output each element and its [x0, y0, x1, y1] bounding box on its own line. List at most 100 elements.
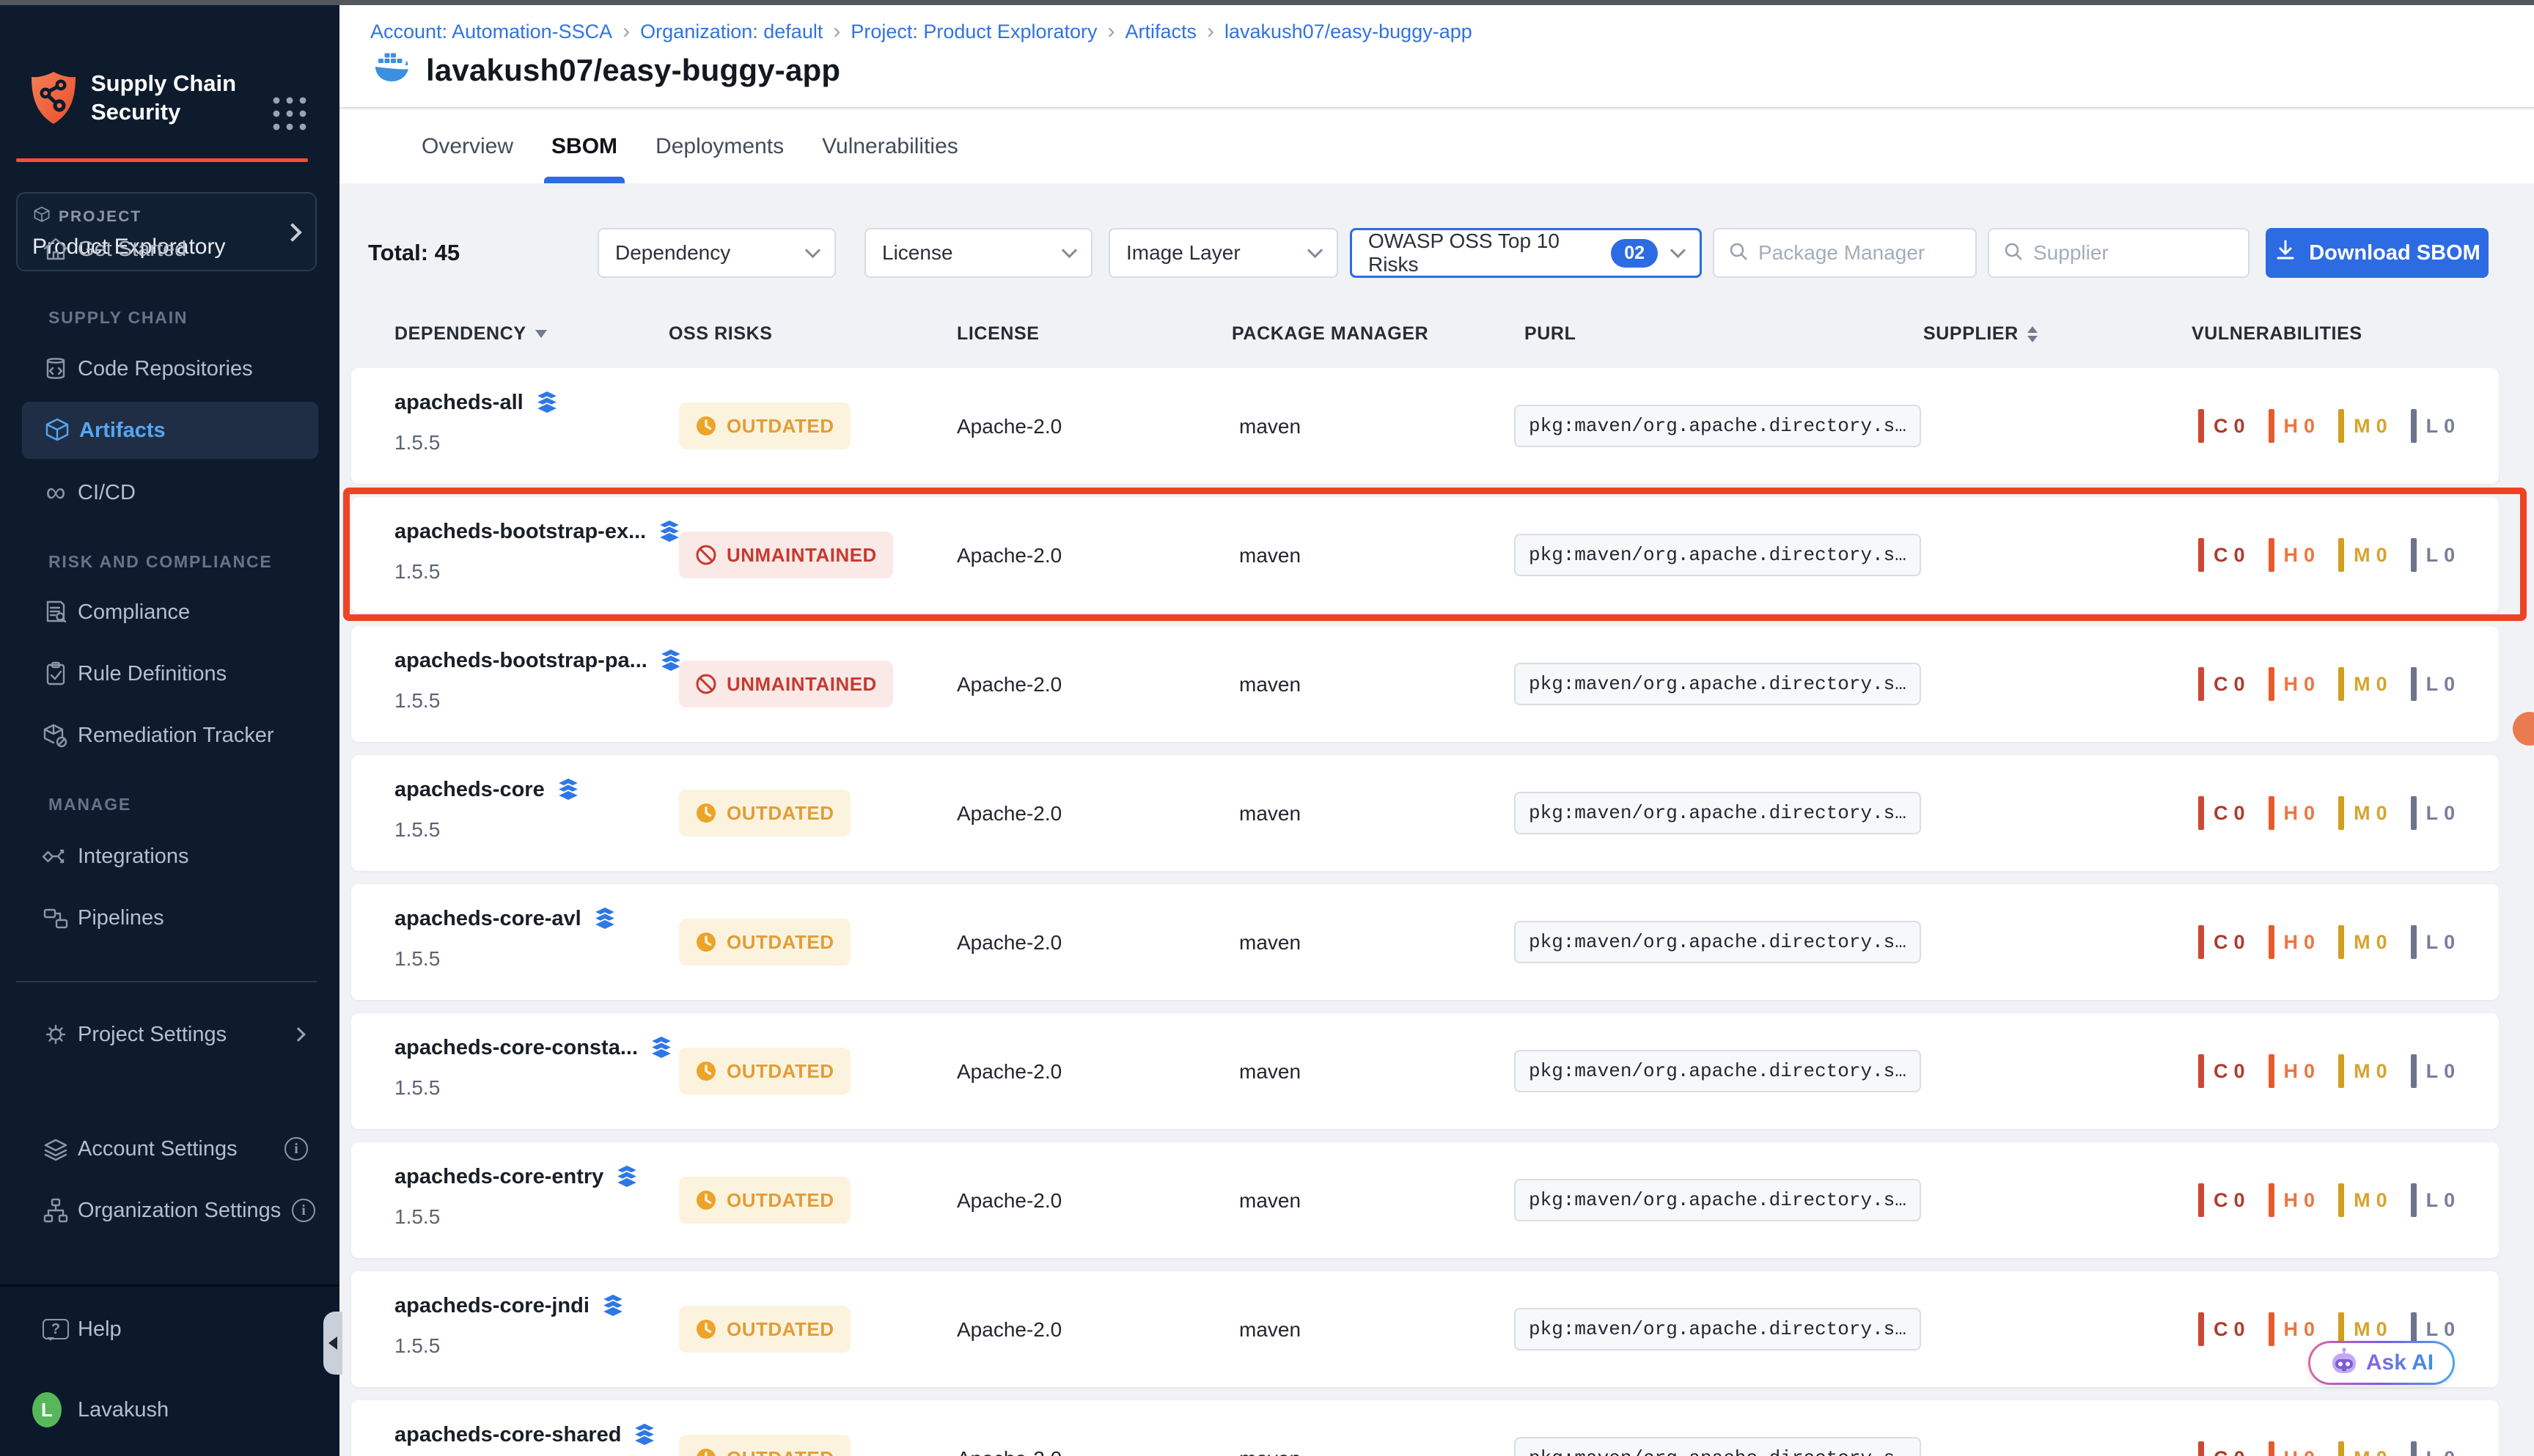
col-supplier[interactable]: SUPPLIER	[1923, 323, 2038, 345]
sidebar-item-artifacts[interactable]: Artifacts	[22, 402, 318, 459]
purl-value[interactable]: pkg:maven/org.apache.directory.s…	[1514, 1179, 1921, 1221]
sidebar-bottom-dock: ? Help L Lavakush	[0, 1284, 339, 1456]
license-value: Apache-2.0	[957, 673, 1062, 696]
breadcrumb-separator: ›	[1207, 19, 1214, 44]
table-row[interactable]: apacheds-core1.5.5 OUTDATED Apache-2.0 m…	[351, 755, 2499, 871]
dependency-name[interactable]: apacheds-bootstrap-pa...	[394, 649, 647, 673]
purl-value[interactable]: pkg:maven/org.apache.directory.s…	[1514, 1437, 1921, 1456]
info-icon[interactable]: i	[284, 1137, 308, 1161]
table-row[interactable]: apacheds-core-shared1.5.5 OUTDATED Apach…	[351, 1400, 2499, 1456]
vulnerability-counts: C0 H0 M0 L0	[2198, 409, 2478, 443]
clock-icon	[695, 415, 717, 437]
license-value: Apache-2.0	[957, 931, 1062, 955]
chevron-down-icon	[1670, 243, 1686, 258]
purl-value[interactable]: pkg:maven/org.apache.directory.s…	[1514, 792, 1921, 834]
breadcrumb-project[interactable]: Project: Product Exploratory	[851, 21, 1097, 43]
oss-risk-badge: OUTDATED	[679, 1177, 851, 1224]
license-value: Apache-2.0	[957, 1447, 1062, 1456]
col-package-manager: PACKAGE MANAGER	[1232, 323, 1428, 345]
sidebar-item-pipelines[interactable]: Pipelines	[0, 894, 339, 941]
table-row[interactable]: apacheds-core-avl1.5.5 OUTDATED Apache-2…	[351, 884, 2499, 1000]
owasp-risks-filter-dropdown[interactable]: OWASP OSS Top 10 Risks 02	[1350, 228, 1702, 278]
sidebar-item-rule-definitions[interactable]: Rule Definitions	[0, 650, 339, 697]
download-sbom-button[interactable]: Download SBOM	[2266, 228, 2489, 278]
dependency-name[interactable]: apacheds-core-entry	[394, 1165, 603, 1189]
dependency-name[interactable]: apacheds-core-consta...	[394, 1036, 638, 1060]
tab-sbom[interactable]: SBOM	[551, 110, 617, 183]
tab-vulnerabilities[interactable]: Vulnerabilities	[822, 110, 958, 183]
purl-value[interactable]: pkg:maven/org.apache.directory.s…	[1514, 921, 1921, 963]
sidebar-item-get-started[interactable]: Get Started	[0, 226, 339, 273]
package-manager-value: maven	[1239, 1189, 1301, 1213]
total-count: Total: 45	[368, 240, 460, 266]
sidebar-item-label: Help	[78, 1317, 122, 1342]
purl-value[interactable]: pkg:maven/org.apache.directory.s…	[1514, 534, 1921, 576]
breadcrumb-account[interactable]: Account: Automation-SSCA	[370, 21, 612, 43]
dependency-name[interactable]: apacheds-bootstrap-ex...	[394, 520, 646, 544]
table-row[interactable]: apacheds-core-consta...1.5.5 OUTDATED Ap…	[351, 1013, 2499, 1129]
chevron-down-icon	[1062, 243, 1077, 258]
breadcrumb-artifact-name[interactable]: lavakush07/easy-buggy-app	[1224, 21, 1472, 43]
dependency-version: 1.5.5	[394, 560, 683, 584]
purl-value[interactable]: pkg:maven/org.apache.directory.s…	[1514, 1308, 1921, 1350]
supplier-search-input[interactable]	[2033, 241, 2235, 265]
col-dependency[interactable]: DEPENDENCY	[394, 323, 547, 345]
sidebar-item-organization-settings[interactable]: Organization Settings i	[0, 1187, 339, 1234]
owasp-count-badge: 02	[1611, 239, 1658, 268]
table-row[interactable]: apacheds-all1.5.5 OUTDATED Apache-2.0 ma…	[351, 368, 2499, 484]
dependency-name[interactable]: apacheds-core-avl	[394, 907, 581, 931]
breadcrumb-artifacts[interactable]: Artifacts	[1125, 21, 1197, 43]
sidebar-item-label: Artifacts	[79, 419, 166, 443]
app-grid-icon[interactable]	[268, 92, 311, 139]
breadcrumb-organization[interactable]: Organization: default	[640, 21, 823, 43]
clock-icon	[695, 1060, 717, 1082]
image-layer-filter-dropdown[interactable]: Image Layer	[1109, 228, 1338, 278]
sidebar-item-label: CI/CD	[78, 481, 136, 505]
dependency-name[interactable]: apacheds-core-shared	[394, 1423, 621, 1447]
sidebar-item-remediation-tracker[interactable]: Remediation Tracker	[0, 712, 339, 759]
ai-robot-icon	[2329, 1347, 2359, 1380]
sidebar-item-integrations[interactable]: Integrations	[0, 833, 339, 880]
license-value: Apache-2.0	[957, 415, 1062, 438]
dependency-name[interactable]: apacheds-core	[394, 778, 545, 802]
sidebar-item-account-settings[interactable]: Account Settings i	[0, 1125, 339, 1172]
table-row[interactable]: apacheds-core-entry1.5.5 OUTDATED Apache…	[351, 1142, 2499, 1258]
dependency-name[interactable]: apacheds-all	[394, 391, 524, 415]
cube-icon	[43, 416, 72, 444]
sidebar-item-code-repositories[interactable]: Code Repositories	[0, 345, 339, 392]
table-row-highlighted[interactable]: apacheds-bootstrap-ex...1.5.5 UNMAINTAIN…	[351, 497, 2499, 613]
package-manager-search-input[interactable]	[1758, 241, 1962, 265]
layers-icon	[631, 1422, 658, 1447]
dependency-version: 1.5.5	[394, 1205, 640, 1229]
integrations-node-icon	[41, 842, 70, 870]
oss-risk-badge: OUTDATED	[679, 1306, 851, 1353]
avatar: L	[32, 1392, 62, 1427]
sidebar-item-compliance[interactable]: Compliance	[0, 589, 339, 636]
info-icon[interactable]: i	[292, 1199, 315, 1222]
tab-overview[interactable]: Overview	[422, 110, 513, 183]
sidebar-item-label: Compliance	[78, 600, 190, 625]
purl-value[interactable]: pkg:maven/org.apache.directory.s…	[1514, 1050, 1921, 1092]
main-content: Account: Automation-SSCA › Organization:…	[339, 0, 2534, 1456]
oss-risk-badge: OUTDATED	[679, 919, 851, 966]
user-menu[interactable]: L Lavakush	[0, 1386, 339, 1433]
purl-value[interactable]: pkg:maven/org.apache.directory.s…	[1514, 405, 1921, 447]
clock-icon	[695, 802, 717, 824]
breadcrumb-separator: ›	[833, 19, 840, 44]
purl-value[interactable]: pkg:maven/org.apache.directory.s…	[1514, 663, 1921, 705]
dependency-filter-dropdown[interactable]: Dependency	[598, 228, 836, 278]
sidebar-item-project-settings[interactable]: Project Settings	[0, 1011, 339, 1058]
organization-settings-icon	[41, 1196, 70, 1224]
package-manager-value: maven	[1239, 802, 1301, 826]
sidebar-collapse-handle[interactable]	[323, 1312, 342, 1375]
table-row[interactable]: apacheds-bootstrap-pa...1.5.5 UNMAINTAIN…	[351, 626, 2499, 742]
dependency-name[interactable]: apacheds-core-jndi	[394, 1294, 590, 1318]
sidebar-item-help[interactable]: ? Help	[0, 1306, 339, 1353]
tab-deployments[interactable]: Deployments	[655, 110, 784, 183]
sidebar-item-cicd[interactable]: ∞ CI/CD	[0, 469, 339, 516]
table-row[interactable]: apacheds-core-jndi1.5.5 OUTDATED Apache-…	[351, 1271, 2499, 1387]
license-filter-dropdown[interactable]: License	[864, 228, 1092, 278]
vulnerability-counts: C0 H0 M0 L0	[2198, 796, 2478, 830]
ask-ai-button[interactable]: Ask AI	[2308, 1341, 2455, 1385]
license-value: Apache-2.0	[957, 1318, 1062, 1342]
